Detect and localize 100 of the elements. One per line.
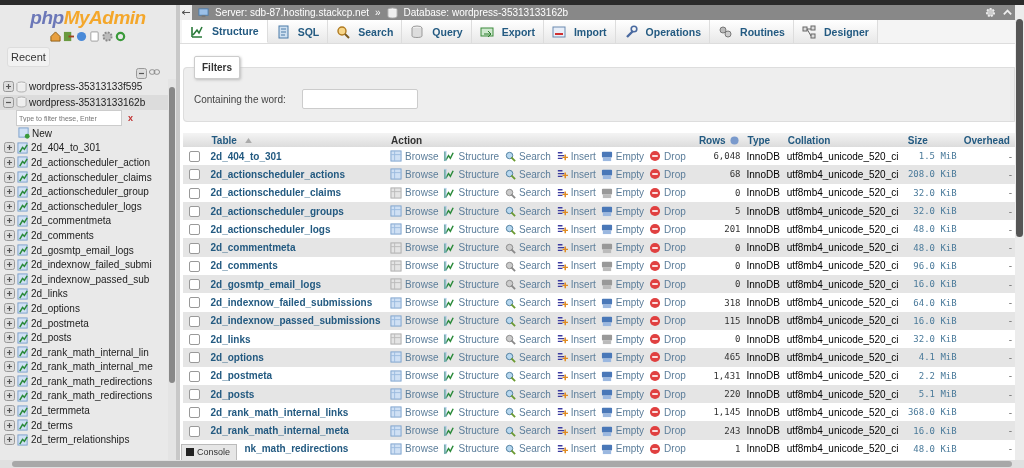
search-link[interactable]: Search	[504, 278, 551, 291]
search-link[interactable]: Search	[504, 424, 551, 437]
table-item[interactable]: 2d_rank_math_internal_me	[31, 361, 153, 373]
empty-link[interactable]: Empty	[600, 241, 645, 254]
tab[interactable]: Structure	[182, 20, 268, 43]
empty-link[interactable]: Empty	[600, 168, 645, 181]
server-link[interactable]: Server: sdb-87.hosting.stackcp.net	[215, 7, 369, 18]
structure-link[interactable]: Structure	[443, 278, 500, 291]
empty-link[interactable]: Empty	[600, 314, 645, 327]
insert-link[interactable]: Insert	[555, 333, 596, 346]
tab[interactable]: SQL	[267, 20, 329, 43]
insert-link[interactable]: Insert	[555, 186, 596, 199]
exit-icon[interactable]	[63, 31, 74, 42]
expand-icon[interactable]	[4, 361, 15, 373]
search-link[interactable]: Search	[504, 351, 551, 364]
checkbox[interactable]	[189, 407, 200, 419]
empty-link[interactable]: Empty	[600, 259, 645, 272]
search-link[interactable]: Search	[504, 241, 551, 254]
scrollbar[interactable]	[168, 79, 176, 460]
table-item[interactable]: 2d_actionscheduler_action	[31, 157, 150, 168]
search-link[interactable]: Search	[504, 406, 551, 419]
expand-icon[interactable]	[4, 171, 15, 183]
table-item[interactable]: 2d_actionscheduler_logs	[31, 200, 142, 212]
drop-link[interactable]: Drop	[649, 314, 686, 327]
reload-icon[interactable]	[115, 31, 126, 42]
checkbox[interactable]	[189, 187, 200, 199]
home-icon[interactable]	[50, 31, 61, 42]
table-link[interactable]: 2d_actionscheduler_logs	[210, 223, 331, 235]
table-item[interactable]: 2d_posts	[31, 332, 72, 344]
search-link[interactable]: Search	[504, 314, 551, 327]
checkbox[interactable]	[189, 151, 200, 163]
search-link[interactable]: Search	[504, 296, 551, 309]
search-link[interactable]: Search	[504, 259, 551, 272]
browse-link[interactable]: Browse	[390, 278, 439, 291]
structure-link[interactable]: Structure	[443, 369, 500, 382]
expand-icon[interactable]	[4, 317, 15, 329]
browse-link[interactable]: Browse	[390, 369, 439, 382]
checkbox[interactable]	[189, 334, 200, 346]
table-item[interactable]: 2d_indexnow_failed_submi	[31, 259, 152, 271]
expand-icon[interactable]	[4, 273, 15, 285]
drop-link[interactable]: Drop	[649, 333, 686, 346]
drop-link[interactable]: Drop	[649, 205, 686, 218]
browse-link[interactable]: Browse	[390, 223, 439, 236]
expand-icon[interactable]	[4, 259, 15, 271]
drop-link[interactable]: Drop	[649, 406, 686, 419]
expand-icon[interactable]	[4, 215, 15, 227]
table-item[interactable]: 2d_options	[31, 302, 80, 314]
expand-icon[interactable]	[4, 244, 15, 256]
logo[interactable]: phpMyAdmin	[0, 7, 176, 29]
structure-link[interactable]: Structure	[443, 168, 500, 181]
console-button[interactable]: Console	[181, 444, 238, 460]
insert-link[interactable]: Insert	[555, 150, 596, 163]
checkbox[interactable]	[189, 425, 200, 437]
expand-icon[interactable]	[4, 405, 15, 417]
tab[interactable]: Export	[471, 20, 544, 43]
link-icon[interactable]	[149, 68, 160, 76]
structure-link[interactable]: Structure	[443, 296, 500, 309]
empty-link[interactable]: Empty	[600, 150, 645, 163]
table-item[interactable]: 2d_commentmeta	[31, 215, 112, 227]
browse-link[interactable]: Browse	[390, 259, 439, 272]
insert-link[interactable]: Insert	[555, 369, 596, 382]
browse-link[interactable]: Browse	[390, 241, 439, 254]
drop-link[interactable]: Drop	[649, 259, 686, 272]
search-link[interactable]: Search	[504, 369, 551, 382]
empty-link[interactable]: Empty	[600, 205, 645, 218]
table-item[interactable]: 2d_indexnow_passed_sub	[31, 273, 150, 285]
settings-icon[interactable]	[102, 31, 113, 42]
table-item[interactable]: 2d_comments	[31, 229, 94, 241]
drop-link[interactable]: Drop	[649, 186, 686, 199]
table-link[interactable]: 2d_indexnow_failed_submissions	[210, 297, 373, 308]
table-link[interactable]: 2d_postmeta	[210, 370, 273, 382]
browse-link[interactable]: Browse	[390, 150, 439, 163]
structure-link[interactable]: Structure	[443, 333, 500, 346]
drop-link[interactable]: Drop	[649, 351, 686, 364]
document-icon[interactable]	[89, 31, 100, 42]
collapse-icon[interactable]	[3, 96, 14, 108]
insert-link[interactable]: Insert	[555, 314, 596, 327]
expand-icon[interactable]	[4, 288, 15, 300]
table-item[interactable]: 2d_gosmtp_email_logs	[31, 244, 134, 256]
expand-icon[interactable]	[4, 186, 15, 198]
tab[interactable]: Designer	[793, 20, 878, 43]
drop-link[interactable]: Drop	[649, 223, 686, 236]
empty-link[interactable]: Empty	[600, 442, 645, 455]
structure-link[interactable]: Structure	[443, 351, 500, 364]
browse-link[interactable]: Browse	[390, 168, 439, 181]
expand-icon[interactable]	[4, 375, 15, 387]
drop-link[interactable]: Drop	[649, 424, 686, 437]
expand-icon[interactable]	[4, 200, 15, 212]
insert-link[interactable]: Insert	[555, 259, 596, 272]
checkbox[interactable]	[189, 205, 200, 217]
search-link[interactable]: Search	[504, 186, 551, 199]
browse-link[interactable]: Browse	[390, 296, 439, 309]
table-link[interactable]: 2d_rank_math_internal_links	[210, 406, 349, 418]
expand-icon[interactable]	[4, 390, 15, 402]
drop-link[interactable]: Drop	[649, 442, 686, 455]
checkbox[interactable]	[189, 388, 200, 400]
empty-link[interactable]: Empty	[600, 388, 645, 400]
structure-link[interactable]: Structure	[443, 205, 500, 218]
insert-link[interactable]: Insert	[555, 424, 596, 437]
drop-link[interactable]: Drop	[649, 241, 686, 254]
